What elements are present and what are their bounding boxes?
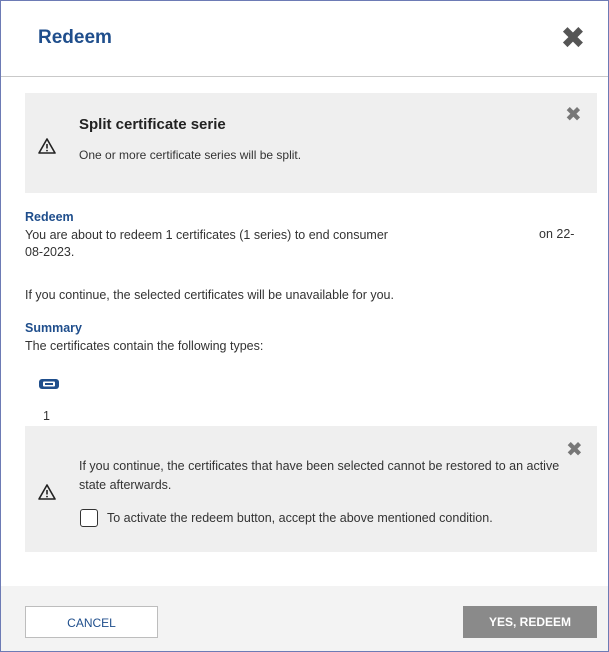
split-notice-text: One or more certificate series will be s… [79,148,302,162]
split-notice-panel: Split certificate serie One or more cert… [25,93,597,193]
dialog-header: Redeem ✖ [1,1,608,77]
warning-icon [38,138,56,154]
unavailable-notice: If you continue, the selected certificat… [25,288,394,302]
summary-text: The certificates contain the following t… [25,339,264,353]
accept-condition-label[interactable]: To activate the redeem button, accept th… [107,511,493,525]
close-warning-icon[interactable]: ✖ [566,440,583,460]
close-dialog-icon[interactable]: ✖ [557,23,589,55]
yes-redeem-button[interactable]: YES, REDEEM [463,606,597,638]
redeem-date-part2: 08-2023. [25,245,75,259]
redeem-dialog: Redeem ✖ Split certificate serie One or … [0,0,609,652]
accept-condition-checkbox[interactable] [80,509,98,527]
cancel-button[interactable]: CANCEL [25,606,158,638]
redeem-description: You are about to redeem 1 certificates (… [25,228,388,242]
type-count: 1 [43,409,50,423]
close-split-notice-icon[interactable]: ✖ [565,105,582,125]
warning-icon [38,484,56,500]
warning-text: If you continue, the certificates that h… [79,459,560,492]
certificate-type-icon [39,379,59,389]
redeem-date-part1: on 22- [539,227,575,241]
warning-panel: If you continue, the certificates that h… [25,426,597,552]
dialog-footer: CANCEL YES, REDEEM [1,586,608,651]
summary-heading: Summary [25,321,82,335]
redeem-heading: Redeem [25,210,74,224]
split-notice-title: Split certificate serie [79,116,226,133]
dialog-title: Redeem [38,27,112,48]
